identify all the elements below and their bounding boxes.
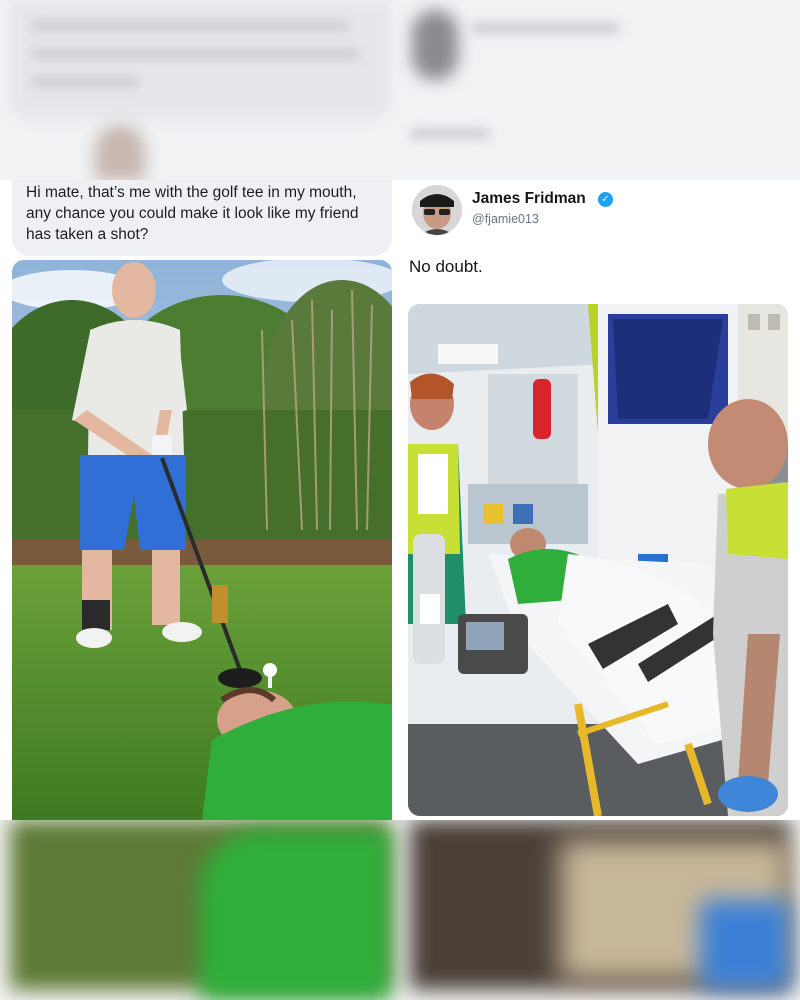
tweet-text: No doubt. (409, 257, 483, 276)
blurred-text-line (470, 22, 620, 34)
golf-photo-illustration (12, 260, 392, 820)
user-handle[interactable]: @fjamie013 (472, 212, 539, 226)
blurred-green-shirt (200, 830, 390, 1000)
blurred-bottom-banner (0, 820, 800, 1000)
avatar-illustration (412, 185, 462, 235)
blurred-text-line (410, 128, 490, 140)
blurred-text-line (30, 76, 140, 88)
blurred-text-line (30, 20, 350, 32)
message-bubble: Hi mate, that’s me with the golf tee in … (12, 180, 392, 256)
blurred-top-banner (0, 0, 800, 180)
display-name[interactable]: James Fridman (472, 190, 586, 208)
profile-avatar[interactable] (412, 185, 462, 235)
ambulance-photo-illustration (408, 304, 788, 816)
message-text: Hi mate, that’s me with the golf tee in … (26, 184, 359, 243)
blurred-text-line (30, 48, 360, 60)
verified-badge-icon: ✓ (598, 192, 613, 207)
blurred-bubble (10, 0, 390, 120)
blurred-glove (700, 900, 790, 990)
blurred-avatar (412, 10, 458, 80)
ambulance-photo[interactable] (408, 304, 788, 816)
golf-photo[interactable] (12, 260, 392, 820)
blurred-head (95, 125, 145, 180)
